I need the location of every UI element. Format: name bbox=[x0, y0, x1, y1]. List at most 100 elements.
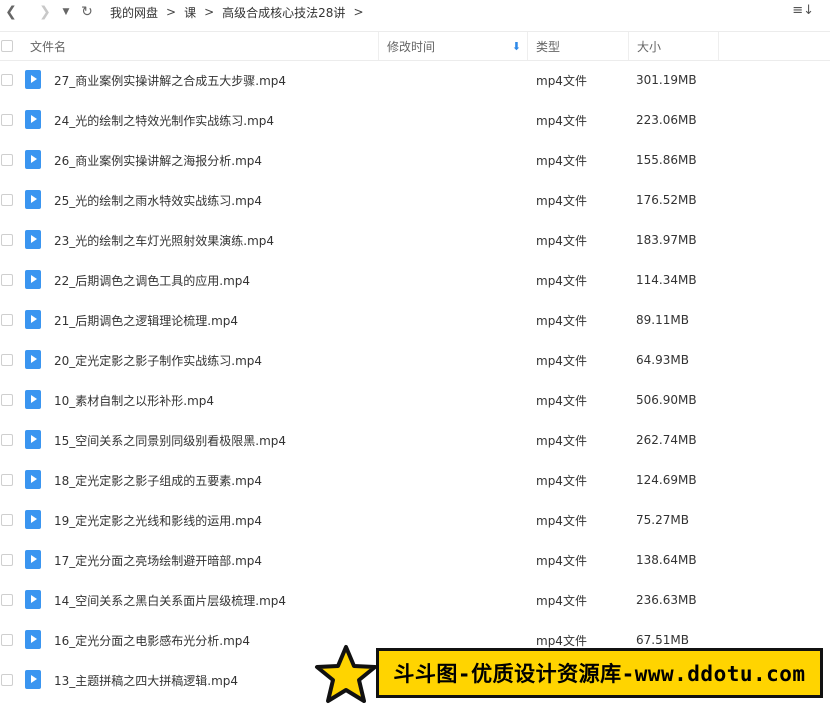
file-row[interactable]: 17_定光分面之亮场绘制避开暗部.mp4 mp4文件 138.64MB bbox=[0, 540, 830, 580]
file-type: mp4文件 bbox=[536, 593, 587, 608]
row-checkbox[interactable] bbox=[1, 154, 13, 166]
file-type: mp4文件 bbox=[536, 113, 587, 128]
file-name[interactable]: 27_商业案例实操讲解之合成五大步骤.mp4 bbox=[54, 60, 286, 100]
watermark-banner: 斗斗图-优质设计资源库-www.ddotu.com bbox=[376, 648, 823, 698]
column-header-name[interactable]: 文件名 bbox=[30, 32, 370, 60]
breadcrumb-chevron-icon[interactable]: > bbox=[353, 5, 363, 19]
file-size: 124.69MB bbox=[636, 473, 697, 487]
file-name[interactable]: 25_光的绘制之雨水特效实战练习.mp4 bbox=[54, 180, 262, 220]
column-header-modified[interactable]: 修改时间 ⬇ bbox=[378, 32, 527, 60]
file-size: 506.90MB bbox=[636, 393, 697, 407]
file-size: 64.93MB bbox=[636, 353, 689, 367]
file-name[interactable]: 13_主题拼稿之四大拼稿逻辑.mp4 bbox=[54, 660, 238, 700]
file-size: 89.11MB bbox=[636, 313, 689, 327]
file-name[interactable]: 19_定光定影之光线和影线的运用.mp4 bbox=[54, 500, 262, 540]
file-name[interactable]: 22_后期调色之调色工具的应用.mp4 bbox=[54, 260, 250, 300]
row-checkbox[interactable] bbox=[1, 354, 13, 366]
file-name[interactable]: 26_商业案例实操讲解之海报分析.mp4 bbox=[54, 140, 262, 180]
breadcrumb: 我的网盘 > 课 > 高级合成核心技法28讲 > bbox=[110, 4, 372, 21]
file-name[interactable]: 24_光的绘制之特效光制作实战练习.mp4 bbox=[54, 100, 274, 140]
forward-icon[interactable]: ❯ bbox=[34, 1, 56, 23]
breadcrumb-item[interactable]: 我的网盘 bbox=[110, 4, 158, 21]
file-size: 183.97MB bbox=[636, 233, 697, 247]
video-file-icon bbox=[25, 310, 41, 329]
file-name[interactable]: 21_后期调色之逻辑理论梳理.mp4 bbox=[54, 300, 238, 340]
video-file-icon bbox=[25, 430, 41, 449]
row-checkbox[interactable] bbox=[1, 514, 13, 526]
breadcrumb-item[interactable]: 课 bbox=[184, 4, 196, 21]
video-file-icon bbox=[25, 390, 41, 409]
row-checkbox[interactable] bbox=[1, 74, 13, 86]
video-file-icon bbox=[25, 190, 41, 209]
row-checkbox[interactable] bbox=[1, 474, 13, 486]
file-row[interactable]: 23_光的绘制之车灯光照射效果演练.mp4 mp4文件 183.97MB bbox=[0, 220, 830, 260]
select-all-checkbox[interactable] bbox=[1, 32, 13, 60]
row-checkbox[interactable] bbox=[1, 634, 13, 646]
file-type: mp4文件 bbox=[536, 233, 587, 248]
file-type: mp4文件 bbox=[536, 473, 587, 488]
file-name[interactable]: 17_定光分面之亮场绘制避开暗部.mp4 bbox=[54, 540, 262, 580]
file-type: mp4文件 bbox=[536, 273, 587, 288]
video-file-icon bbox=[25, 510, 41, 529]
video-file-icon bbox=[25, 470, 41, 489]
file-row[interactable]: 18_定光定影之影子组成的五要素.mp4 mp4文件 124.69MB bbox=[0, 460, 830, 500]
row-checkbox[interactable] bbox=[1, 554, 13, 566]
file-row[interactable]: 14_空间关系之黑白关系面片层级梳理.mp4 mp4文件 236.63MB bbox=[0, 580, 830, 620]
row-checkbox[interactable] bbox=[1, 114, 13, 126]
file-size: 176.52MB bbox=[636, 193, 697, 207]
row-checkbox[interactable] bbox=[1, 394, 13, 406]
file-name[interactable]: 16_定光分面之电影感布光分析.mp4 bbox=[54, 620, 250, 660]
video-file-icon bbox=[25, 150, 41, 169]
history-dropdown-icon[interactable]: ▼ bbox=[60, 1, 72, 23]
file-name[interactable]: 14_空间关系之黑白关系面片层级梳理.mp4 bbox=[54, 580, 286, 620]
file-row[interactable]: 24_光的绘制之特效光制作实战练习.mp4 mp4文件 223.06MB bbox=[0, 100, 830, 140]
row-checkbox[interactable] bbox=[1, 314, 13, 326]
file-row[interactable]: 21_后期调色之逻辑理论梳理.mp4 mp4文件 89.11MB bbox=[0, 300, 830, 340]
file-row[interactable]: 27_商业案例实操讲解之合成五大步骤.mp4 mp4文件 301.19MB bbox=[0, 60, 830, 100]
file-row[interactable]: 26_商业案例实操讲解之海报分析.mp4 mp4文件 155.86MB bbox=[0, 140, 830, 180]
file-size: 75.27MB bbox=[636, 513, 689, 527]
video-file-icon bbox=[25, 350, 41, 369]
column-header-type[interactable]: 类型 bbox=[527, 32, 628, 60]
video-file-icon bbox=[25, 550, 41, 569]
file-type: mp4文件 bbox=[536, 153, 587, 168]
file-type: mp4文件 bbox=[536, 513, 587, 528]
file-size: 155.86MB bbox=[636, 153, 697, 167]
breadcrumb-item[interactable]: 高级合成核心技法28讲 bbox=[222, 4, 345, 21]
file-row[interactable]: 19_定光定影之光线和影线的运用.mp4 mp4文件 75.27MB bbox=[0, 500, 830, 540]
star-icon bbox=[315, 645, 377, 703]
file-type: mp4文件 bbox=[536, 553, 587, 568]
file-row[interactable]: 22_后期调色之调色工具的应用.mp4 mp4文件 114.34MB bbox=[0, 260, 830, 300]
file-row[interactable]: 25_光的绘制之雨水特效实战练习.mp4 mp4文件 176.52MB bbox=[0, 180, 830, 220]
file-name[interactable]: 10_素材自制之以形补形.mp4 bbox=[54, 380, 214, 420]
file-name[interactable]: 15_空间关系之同景别同级别看极限黑.mp4 bbox=[54, 420, 286, 460]
file-list-header: 文件名 修改时间 ⬇ 类型 大小 bbox=[0, 31, 830, 61]
sort-options-icon[interactable]: ≡↓ bbox=[792, 3, 814, 18]
row-checkbox[interactable] bbox=[1, 194, 13, 206]
file-size: 138.64MB bbox=[636, 553, 697, 567]
file-size: 262.74MB bbox=[636, 433, 697, 447]
file-type: mp4文件 bbox=[536, 73, 587, 88]
breadcrumb-chevron-icon: > bbox=[166, 5, 177, 19]
row-checkbox[interactable] bbox=[1, 434, 13, 446]
file-name[interactable]: 18_定光定影之影子组成的五要素.mp4 bbox=[54, 460, 262, 500]
row-checkbox[interactable] bbox=[1, 274, 13, 286]
file-row[interactable]: 20_定光定影之影子制作实战练习.mp4 mp4文件 64.93MB bbox=[0, 340, 830, 380]
column-header-size[interactable]: 大小 bbox=[628, 32, 719, 60]
file-row[interactable]: 15_空间关系之同景别同级别看极限黑.mp4 mp4文件 262.74MB bbox=[0, 420, 830, 460]
file-name[interactable]: 23_光的绘制之车灯光照射效果演练.mp4 bbox=[54, 220, 274, 260]
video-file-icon bbox=[25, 670, 41, 689]
back-icon[interactable]: ❮ bbox=[0, 1, 22, 23]
file-row[interactable]: 10_素材自制之以形补形.mp4 mp4文件 506.90MB bbox=[0, 380, 830, 420]
video-file-icon bbox=[25, 110, 41, 129]
file-type: mp4文件 bbox=[536, 433, 587, 448]
row-checkbox[interactable] bbox=[1, 674, 13, 686]
video-file-icon bbox=[25, 70, 41, 89]
toolbar: ❮ ❯ ▼ ↻ 我的网盘 > 课 > 高级合成核心技法28讲 > ≡↓ bbox=[0, 0, 830, 24]
file-name[interactable]: 20_定光定影之影子制作实战练习.mp4 bbox=[54, 340, 262, 380]
file-size: 223.06MB bbox=[636, 113, 697, 127]
breadcrumb-chevron-icon: > bbox=[204, 5, 215, 19]
row-checkbox[interactable] bbox=[1, 594, 13, 606]
row-checkbox[interactable] bbox=[1, 234, 13, 246]
refresh-icon[interactable]: ↻ bbox=[76, 1, 98, 23]
